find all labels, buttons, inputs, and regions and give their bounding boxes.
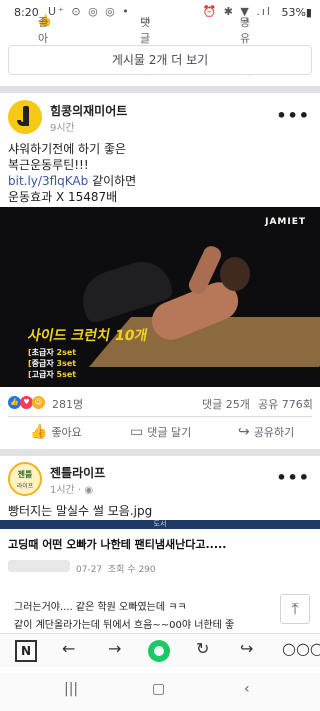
feed-separator [0,86,320,93]
post-text-line: 운동효과 X 15487배 [8,190,118,204]
home-icon[interactable]: ▢ [152,681,165,697]
arrow-up-icon[interactable]: ⤒ [280,594,310,624]
post2-text: 빵터지는 말실수 썰 모음.jpg [8,504,153,518]
share-count[interactable]: 공유 776회 [258,396,313,412]
back-nav-icon[interactable]: ‹ [244,681,250,697]
avatar-text-bottom: 라이프 [16,483,34,490]
image-meta: 07-27 조회 수 290 [76,565,156,575]
image-title: 고딩때 어떤 오빠가 나한테 팬티냄새난다고..... [8,538,227,551]
page-name[interactable]: 젠틀라이프 [50,464,105,481]
share-button[interactable]: ↪ 공유하기 [238,424,294,444]
comment-count[interactable]: 댓글 25개 [202,396,250,412]
page-avatar[interactable]: 젠틀 라이프 [8,462,42,496]
post1-text: 샤워하기전에 하기 좋은 복근운동루틴!!! bit.ly/3flqKAb 같이… [8,141,308,205]
like-button[interactable]: 👍 좋아요 [30,424,82,444]
more-options-icon[interactable]: ••• [276,106,310,125]
back-icon[interactable]: ← [62,639,75,663]
avatar-logo-hook [17,120,29,126]
post-link-suffix: 같이하면 [88,174,137,188]
post-link[interactable]: bit.ly/3flqKAb [8,174,88,188]
post2-image[interactable]: 도서 고딩때 어떤 오빠가 나한테 팬티냄새난다고..... 07-27 조회 … [0,520,320,633]
post-text-line: 복근운동루틴!!! [8,158,89,172]
more-options-icon[interactable]: ••• [276,468,310,487]
globe-icon: ◉ [84,485,94,496]
feed-separator [0,449,320,456]
page-name[interactable]: 힘콩의재미어트 [50,102,127,119]
reaction-count[interactable]: 281명 [52,396,83,412]
image-text-line: 같이 계단올라가는데 뒤에서 흐음~~00야 너한테 좋 [14,620,235,631]
video-headline: 사이드 크런치 10개 [26,328,149,344]
more-posts-button[interactable]: 게시물 2개 더 보기 [8,45,312,75]
naver-logo-icon[interactable]: N [15,640,37,662]
comment-icon: ▭ [130,424,144,440]
post-text-link-line: bit.ly/3flqKAb 같이하면 [8,173,308,189]
page-avatar[interactable] [8,100,42,134]
more-icon[interactable]: ○○○ [282,639,320,663]
post-text-line: 샤워하기전에 하기 좋은 [8,142,127,156]
thumbs-up-icon: 👍 [30,424,48,440]
post1-action-row: 👍 좋아요 ▭ 댓글 달기 ↪ 공유하기 [0,422,320,446]
video-level-intermediate: [중급자 3set [28,359,77,368]
recent-apps-icon[interactable]: ||| [64,681,78,697]
blurred-author [8,560,70,572]
image-top-band: 도서 [0,520,320,529]
video-brand-logo: JAMIET [265,217,306,227]
browser-toolbar: N ← → ↻ ↪ ○○○ [0,633,320,667]
prev-post-action-row: 👍 좋아요 ▭ 댓글 달기 ↪ 공유하기 [38,14,251,77]
avatar-text-top: 젠틀 [17,470,33,479]
image-text-line: 그러는거야.... 같은 학원 오빠였는데 ㅋㅋ [14,602,187,613]
refresh-icon[interactable]: ↻ [196,639,209,663]
post-time[interactable]: 9시간 [50,119,75,134]
person-head [220,257,250,291]
comment-button[interactable]: ▭ 댓글 달기 [130,424,191,444]
forward-icon[interactable]: → [108,639,121,663]
share-icon[interactable]: ↪ [240,639,253,663]
green-circle-icon[interactable] [148,640,170,662]
haha-reaction-icon: ☺ [32,396,45,409]
divider [8,416,312,417]
post1-reactions: 👍 ♥ ☺ 281명 댓글 25개 공유 776회 [0,393,320,413]
post-time[interactable]: 1시간 · ◉ [50,481,93,496]
post1-header: 힘콩의재미어트 9시간 ••• [0,100,320,142]
video-level-advanced: [고급자 5set [28,370,77,379]
post2-header: 젠틀 라이프 젠틀라이프 1시간 · ◉ ••• [0,462,320,504]
post1-video[interactable]: JAMIET 사이드 크런치 10개 [초급자 2set [중급자 3set [… [0,207,320,387]
share-arrow-icon: ↪ [238,424,250,440]
system-navigation-bar: ||| ▢ ‹ [0,673,320,711]
video-level-beginner: [초급자 2set [28,348,77,357]
